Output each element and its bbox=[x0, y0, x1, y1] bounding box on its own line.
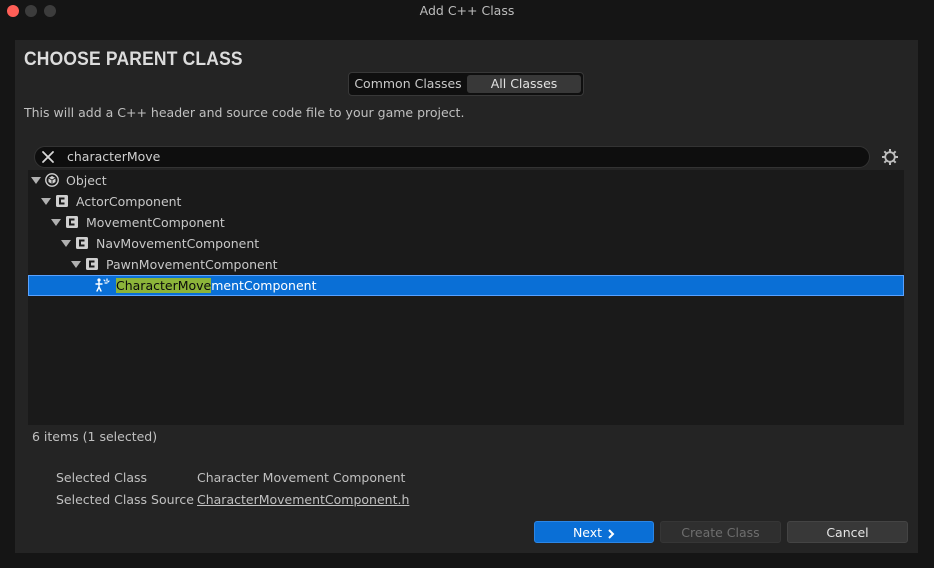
selected-class-label: Selected Class bbox=[56, 470, 148, 485]
tree-row-charactermovementcomponent[interactable]: CharacterMovementComponent bbox=[28, 275, 904, 296]
window-title: Add C++ Class bbox=[419, 3, 515, 18]
clear-search-icon[interactable] bbox=[39, 148, 57, 166]
tree-row-object[interactable]: Object bbox=[28, 170, 904, 191]
create-class-button[interactable]: Create Class bbox=[660, 521, 781, 543]
tab-all-classes[interactable]: All Classes bbox=[467, 75, 581, 93]
gear-icon[interactable] bbox=[880, 147, 900, 167]
tree-item-label: NavMovementComponent bbox=[96, 236, 260, 251]
class-filter-tabs: Common Classes All Classes bbox=[348, 72, 584, 96]
item-count-status: 6 items (1 selected) bbox=[32, 429, 158, 444]
tree-row-navmovementcomponent[interactable]: NavMovementComponent bbox=[28, 233, 904, 254]
search-value: characterMove bbox=[67, 149, 161, 164]
selected-source-link[interactable]: CharacterMovementComponent.h bbox=[197, 492, 409, 507]
tree-item-label: PawnMovementComponent bbox=[106, 257, 278, 272]
chevron-right-icon bbox=[608, 528, 615, 539]
tree-item-label: Object bbox=[66, 173, 107, 188]
next-button-label: Next bbox=[572, 525, 603, 540]
expand-arrow-icon[interactable] bbox=[71, 261, 81, 268]
object-icon bbox=[45, 173, 59, 187]
tree-row-movementcomponent[interactable]: MovementComponent bbox=[28, 212, 904, 233]
page-title: CHOOSE PARENT CLASS bbox=[24, 49, 243, 70]
class-icon bbox=[66, 216, 78, 228]
next-button[interactable]: Next bbox=[534, 521, 654, 543]
tree-item-label: MovementComponent bbox=[86, 215, 225, 230]
class-icon bbox=[86, 258, 98, 270]
tree-row-actorcomponent[interactable]: ActorComponent bbox=[28, 191, 904, 212]
tree-row-pawnmovementcomponent[interactable]: PawnMovementComponent bbox=[28, 254, 904, 275]
expand-arrow-icon[interactable] bbox=[41, 198, 51, 205]
expand-arrow-icon[interactable] bbox=[31, 177, 41, 184]
tree-item-label: ActorComponent bbox=[76, 194, 182, 209]
title-bar: Add C++ Class bbox=[0, 0, 934, 22]
search-input[interactable]: characterMove bbox=[34, 146, 870, 168]
tree-item-label: CharacterMovementComponent bbox=[116, 278, 317, 293]
class-tree: Object ActorComponent MovementComponent … bbox=[28, 170, 904, 425]
expand-arrow-icon[interactable] bbox=[51, 219, 61, 226]
selected-class-value: Character Movement Component bbox=[197, 470, 406, 485]
description-text: This will add a C++ header and source co… bbox=[24, 105, 465, 120]
search-match-highlight: CharacterMove bbox=[116, 278, 212, 293]
character-movement-icon bbox=[95, 278, 110, 292]
class-icon bbox=[76, 237, 88, 249]
class-icon bbox=[56, 195, 68, 207]
selected-source-label: Selected Class Source bbox=[56, 492, 194, 507]
expand-arrow-icon[interactable] bbox=[61, 240, 71, 247]
tree-item-label-rest: mentComponent bbox=[211, 278, 317, 293]
cancel-button[interactable]: Cancel bbox=[787, 521, 908, 543]
tab-common-classes[interactable]: Common Classes bbox=[351, 75, 465, 93]
